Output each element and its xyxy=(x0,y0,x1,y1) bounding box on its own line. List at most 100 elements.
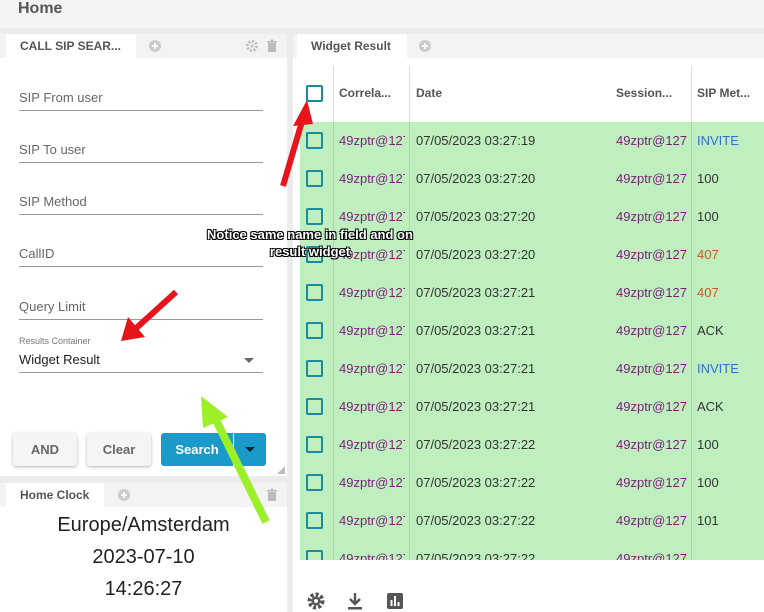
cell-correlation: 49zptr@127 xyxy=(339,285,405,300)
top-bar: Home xyxy=(0,0,764,28)
result-widget-title: Widget Result xyxy=(311,39,391,53)
row-checkbox[interactable] xyxy=(306,322,323,339)
column-divider xyxy=(691,66,692,122)
row-checkbox[interactable] xyxy=(306,208,323,225)
table-row[interactable]: 49zptr@127 07/05/2023 03:27:21 49zptr@127 A… xyxy=(300,312,764,350)
table-row[interactable]: 49zptr@127 07/05/2023 03:27:21 49zptr@127 I… xyxy=(300,350,764,388)
clock-timezone: Europe/Amsterdam xyxy=(57,514,230,536)
row-checkbox[interactable] xyxy=(306,398,323,415)
row-checkbox[interactable] xyxy=(306,512,323,529)
sip-from-user-placeholder: SIP From user xyxy=(19,90,103,105)
and-button[interactable]: AND xyxy=(13,433,77,466)
clear-button[interactable]: Clear xyxy=(87,433,151,466)
chart-icon[interactable] xyxy=(384,590,406,612)
cell-session: 49zptr@127 xyxy=(616,399,687,414)
cell-session: 49zptr@127 xyxy=(616,285,687,300)
results-container-select[interactable]: Widget Result xyxy=(19,352,100,367)
result-widget-tab[interactable]: Widget Result xyxy=(297,34,407,58)
results-container-underline xyxy=(19,372,263,373)
query-limit-placeholder: Query Limit xyxy=(19,299,86,314)
sip-to-user-field[interactable]: SIP To user xyxy=(19,137,263,163)
clock-widget-tab-strip: Home Clock xyxy=(0,483,287,507)
resize-handle[interactable] xyxy=(277,466,285,474)
column-divider xyxy=(333,66,334,122)
search-widget-tab[interactable]: CALL SIP SEAR... xyxy=(6,34,136,58)
row-checkbox[interactable] xyxy=(306,474,323,491)
sip-method-field[interactable]: SIP Method xyxy=(19,189,263,215)
table-row[interactable]: 49zptr@127 07/05/2023 03:27:21 49zptr@127 A… xyxy=(300,388,764,426)
clock-date: 2023-07-10 xyxy=(92,546,195,568)
column-header-date[interactable]: Date xyxy=(416,86,442,100)
cell-correlation: 49zptr@127 xyxy=(339,437,405,452)
add-tab-icon[interactable] xyxy=(117,488,131,502)
column-divider xyxy=(409,66,410,122)
sip-from-user-field[interactable]: SIP From user xyxy=(19,85,263,111)
caret-down-icon[interactable] xyxy=(244,358,254,363)
cell-session: 49zptr@127 xyxy=(616,361,687,376)
row-checkbox[interactable] xyxy=(306,284,323,301)
cell-sip-method: 407 xyxy=(697,285,719,300)
cell-session: 49zptr@127 xyxy=(616,323,687,338)
cell-correlation: 49zptr@127 xyxy=(339,399,405,414)
sip-method-placeholder: SIP Method xyxy=(19,194,87,209)
cell-sip-method: INVITE xyxy=(697,133,739,148)
trash-icon[interactable] xyxy=(265,488,279,502)
cell-date: 07/05/2023 03:27:22 xyxy=(416,437,536,452)
cell-date: 07/05/2023 03:27:20 xyxy=(416,209,536,224)
cell-session: 49zptr@127 xyxy=(616,475,687,490)
caret-down-icon xyxy=(245,447,255,452)
row-checkbox[interactable] xyxy=(306,132,323,149)
search-button[interactable]: Search xyxy=(161,433,233,466)
add-tab-icon[interactable] xyxy=(148,39,162,53)
table-row[interactable]: 49zptr@127 07/05/2023 03:27:22 49zptr@127 xyxy=(300,540,764,560)
row-checkbox[interactable] xyxy=(306,170,323,187)
table-row[interactable]: 49zptr@127 07/05/2023 03:27:22 49zptr@127 1… xyxy=(300,502,764,540)
row-checkbox[interactable] xyxy=(306,360,323,377)
clock-time: 14:26:27 xyxy=(104,578,183,600)
cell-date: 07/05/2023 03:27:21 xyxy=(416,323,536,338)
select-all-checkbox[interactable] xyxy=(306,85,323,102)
row-checkbox[interactable] xyxy=(306,550,323,560)
cell-sip-method: 100 xyxy=(697,209,719,224)
cell-date: 07/05/2023 03:27:20 xyxy=(416,247,536,262)
trash-icon[interactable] xyxy=(265,39,279,53)
column-header-sip-method[interactable]: SIP Met... xyxy=(697,86,750,100)
cell-sip-method: INVITE xyxy=(697,361,739,376)
cell-sip-method: ACK xyxy=(697,323,724,338)
cell-date: 07/05/2023 03:27:21 xyxy=(416,361,536,376)
gear-icon[interactable] xyxy=(245,39,259,53)
download-icon[interactable] xyxy=(344,590,366,612)
table-row[interactable]: 49zptr@127 07/05/2023 03:27:22 49zptr@127 1… xyxy=(300,426,764,464)
add-tab-icon[interactable] xyxy=(418,39,432,53)
cell-date: 07/05/2023 03:27:22 xyxy=(416,475,536,490)
cell-correlation: 49zptr@127 xyxy=(339,361,405,376)
cell-correlation: 49zptr@127 xyxy=(339,513,405,528)
cell-correlation: 49zptr@127 xyxy=(339,209,405,224)
cell-session: 49zptr@127 xyxy=(616,133,687,148)
cell-sip-method: ACK xyxy=(697,399,724,414)
results-container-label: Results Container xyxy=(19,336,91,346)
table-row[interactable]: 49zptr@127 07/05/2023 03:27:19 49zptr@127 I… xyxy=(300,122,764,160)
cell-sip-method: 100 xyxy=(697,437,719,452)
column-header-session[interactable]: Session... xyxy=(616,86,672,100)
clock-widget-tab[interactable]: Home Clock xyxy=(6,483,104,507)
search-options-button[interactable] xyxy=(234,433,266,466)
table-row[interactable]: 49zptr@127 07/05/2023 03:27:21 49zptr@127 4… xyxy=(300,274,764,312)
grid-header: Correla... Date Session... SIP Met... xyxy=(300,66,764,122)
cell-date: 07/05/2023 03:27:21 xyxy=(416,285,536,300)
cell-session: 49zptr@127 xyxy=(616,551,687,560)
grid-body: 49zptr@127 07/05/2023 03:27:19 49zptr@127 I… xyxy=(300,122,764,560)
row-checkbox[interactable] xyxy=(306,436,323,453)
column-header-correlation[interactable]: Correla... xyxy=(339,86,391,100)
query-limit-field[interactable]: Query Limit xyxy=(19,294,263,320)
cell-correlation: 49zptr@127 xyxy=(339,551,405,560)
cell-session: 49zptr@127 xyxy=(616,247,687,262)
result-widget-tab-strip: Widget Result xyxy=(293,34,764,58)
cell-correlation: 49zptr@127 xyxy=(339,171,405,186)
table-row[interactable]: 49zptr@127 07/05/2023 03:27:22 49zptr@127 1… xyxy=(300,464,764,502)
table-row[interactable]: 49zptr@127 07/05/2023 03:27:20 49zptr@127 1… xyxy=(300,160,764,198)
cell-correlation: 49zptr@127 xyxy=(339,133,405,148)
settings-icon[interactable] xyxy=(305,590,327,612)
sip-to-user-placeholder: SIP To user xyxy=(19,142,86,157)
cell-sip-method: 100 xyxy=(697,171,719,186)
